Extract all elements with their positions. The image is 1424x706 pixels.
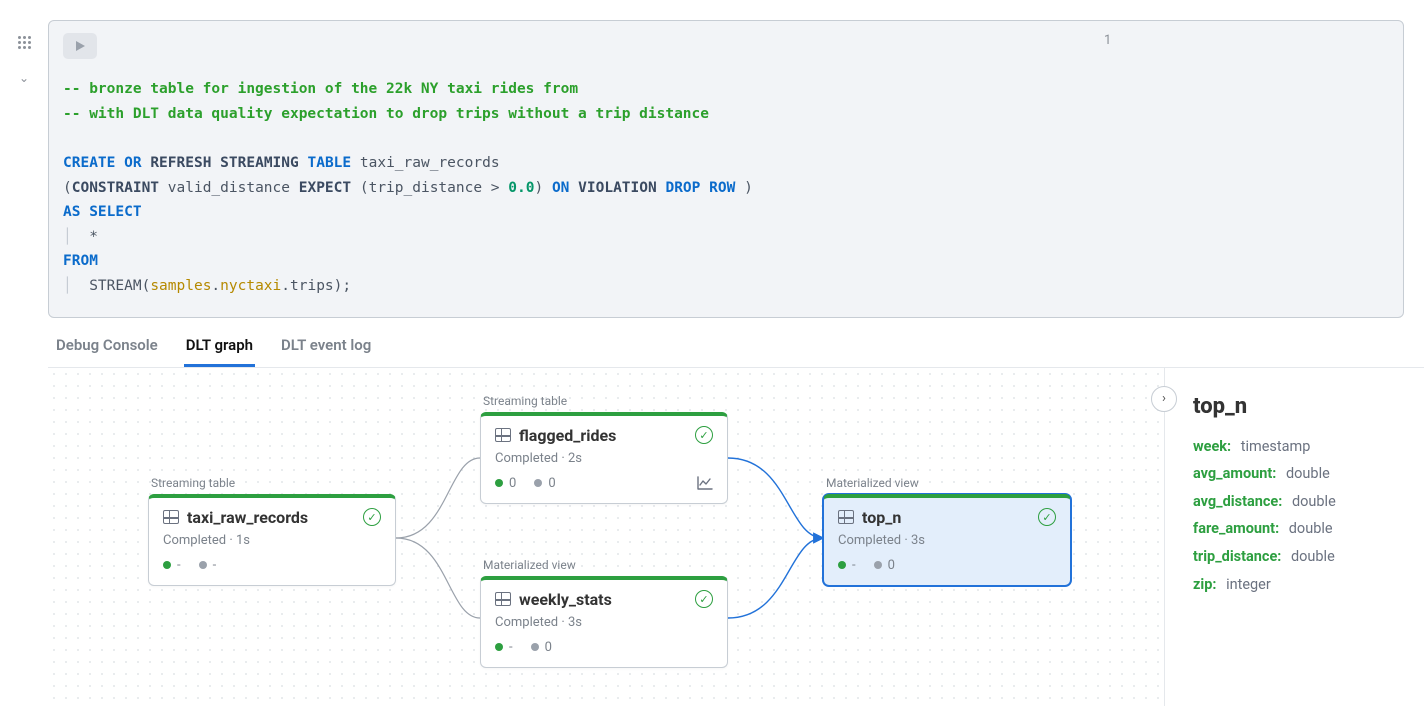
node-kind-label: Streaming table	[483, 394, 567, 408]
schema-row: avg_amount: double	[1193, 460, 1414, 488]
check-icon: ✓	[695, 590, 713, 608]
node-title: weekly_stats	[519, 590, 687, 609]
node-detail-panel: › top_n week: timestampavg_amount: doubl…	[1164, 368, 1424, 706]
node-status: Completed · 1s	[163, 533, 381, 548]
tab-debug-console[interactable]: Debug Console	[54, 336, 160, 367]
schema-row: avg_distance: double	[1193, 488, 1414, 516]
schema-row: week: timestamp	[1193, 433, 1414, 461]
bottom-tabs: Debug Console DLT graph DLT event log	[48, 318, 1424, 368]
schema-row: zip: integer	[1193, 571, 1414, 599]
node-status: Completed · 2s	[495, 451, 713, 466]
cell-number: 1	[1104, 33, 1111, 48]
graph-node-taxi-raw-records[interactable]: Streaming table taxi_raw_records ✓ Compl…	[148, 494, 396, 586]
node-kind-label: Streaming table	[151, 476, 235, 490]
schema-list: week: timestampavg_amount: doubleavg_dis…	[1193, 433, 1414, 598]
table-icon	[838, 510, 854, 524]
node-status: Completed · 3s	[838, 533, 1056, 548]
drag-handle-icon[interactable]	[18, 36, 31, 49]
node-kind-label: Materialized view	[483, 558, 576, 572]
table-icon	[163, 510, 179, 524]
chart-icon[interactable]	[697, 476, 713, 490]
tab-dlt-graph[interactable]: DLT graph	[184, 336, 255, 367]
chevron-down-icon[interactable]: ⌄	[19, 71, 29, 85]
check-icon: ✓	[1038, 508, 1056, 526]
node-title: flagged_rides	[519, 426, 687, 445]
node-metrics: - 0	[495, 640, 713, 655]
node-kind-label: Materialized view	[826, 476, 919, 490]
node-title: top_n	[862, 508, 1030, 527]
check-icon: ✓	[363, 508, 381, 526]
schema-row: trip_distance: double	[1193, 543, 1414, 571]
node-metrics: 0 0	[495, 476, 713, 491]
cell-gutter: ⌄	[0, 0, 48, 706]
graph-node-flagged-rides[interactable]: Streaming table flagged_rides ✓ Complete…	[480, 412, 728, 504]
node-metrics: - -	[163, 558, 381, 573]
node-title: taxi_raw_records	[187, 508, 355, 527]
panel-title: top_n	[1193, 394, 1414, 419]
node-status: Completed · 3s	[495, 615, 713, 630]
graph-node-weekly-stats[interactable]: Materialized view weekly_stats ✓ Complet…	[480, 576, 728, 668]
node-metrics: - 0	[838, 558, 1056, 573]
run-cell-button[interactable]	[63, 33, 97, 59]
check-icon: ✓	[695, 426, 713, 444]
table-icon	[495, 428, 511, 442]
collapse-panel-button[interactable]: ›	[1151, 386, 1177, 412]
graph-node-top-n[interactable]: Materialized view top_n ✓ Completed · 3s…	[823, 494, 1071, 586]
code-cell: 1 -- bronze table for ingestion of the 2…	[48, 20, 1404, 318]
schema-row: fare_amount: double	[1193, 515, 1414, 543]
sql-code[interactable]: -- bronze table for ingestion of the 22k…	[63, 77, 1389, 299]
dlt-graph-canvas[interactable]: Streaming table taxi_raw_records ✓ Compl…	[48, 368, 1164, 706]
tab-dlt-event-log[interactable]: DLT event log	[279, 336, 373, 367]
table-icon	[495, 592, 511, 606]
